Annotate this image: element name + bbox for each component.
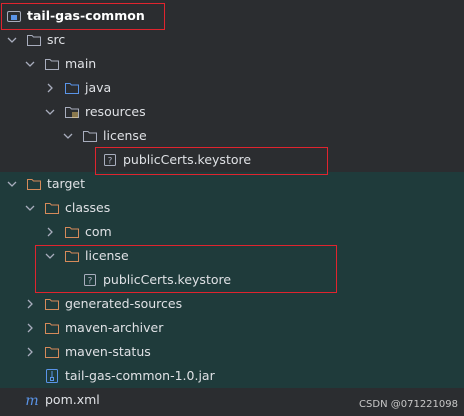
chevron-right-icon[interactable]: [42, 80, 58, 96]
source-folder-icon: [64, 80, 80, 96]
chevron-down-icon[interactable]: [22, 56, 38, 72]
watermark: CSDN @071221098: [359, 399, 458, 410]
license-label: license: [103, 128, 147, 143]
resources-folder-icon: [64, 104, 80, 120]
excluded-folder-icon: [44, 200, 60, 216]
folder-icon: [44, 56, 60, 72]
src-label: src: [47, 32, 66, 47]
keystore-target-label: publicCerts.keystore: [103, 272, 232, 287]
chevron-right-icon[interactable]: [22, 344, 38, 360]
tree-node-src[interactable]: src: [0, 28, 464, 52]
excluded-folder-icon: [26, 176, 42, 192]
tree-node-keystore-target[interactable]: ? publicCerts.keystore: [0, 268, 464, 292]
chevron-down-icon[interactable]: [22, 200, 38, 216]
svg-text:?: ?: [88, 277, 93, 287]
tree-node-generated-sources[interactable]: generated-sources: [0, 292, 464, 316]
chevron-right-icon[interactable]: [22, 296, 38, 312]
chevron-down-icon[interactable]: [4, 176, 20, 192]
classes-label: classes: [65, 200, 111, 215]
maven-archiver-label: maven-archiver: [65, 320, 164, 335]
chevron-right-icon[interactable]: [42, 224, 58, 240]
license-target-label: license: [85, 248, 129, 263]
maven-icon: m: [24, 392, 40, 408]
maven-status-label: maven-status: [65, 344, 151, 359]
tree-node-maven-archiver[interactable]: maven-archiver: [0, 316, 464, 340]
tree-node-license[interactable]: license: [0, 124, 464, 148]
tree-node-main[interactable]: main: [0, 52, 464, 76]
tree-node-resources[interactable]: resources: [0, 100, 464, 124]
excluded-folder-icon: [64, 248, 80, 264]
jar-label: tail-gas-common-1.0.jar: [65, 368, 215, 383]
folder-icon: [26, 32, 42, 48]
excluded-folder-icon: [44, 344, 60, 360]
chevron-right-icon[interactable]: [22, 320, 38, 336]
module-icon: [6, 8, 22, 24]
folder-icon: [82, 128, 98, 144]
com-label: com: [85, 224, 112, 239]
tree-node-java[interactable]: java: [0, 76, 464, 100]
tree-node-jar[interactable]: tail-gas-common-1.0.jar: [0, 364, 464, 388]
tree-node-com[interactable]: com: [0, 220, 464, 244]
generated-sources-label: generated-sources: [65, 296, 183, 311]
target-label: target: [47, 176, 86, 191]
tree-node-maven-status[interactable]: maven-status: [0, 340, 464, 364]
unknown-file-icon: ?: [102, 152, 118, 168]
chevron-down-icon[interactable]: [4, 32, 20, 48]
root-label: tail-gas-common: [27, 8, 145, 23]
tree-node-target[interactable]: target: [0, 172, 464, 196]
resources-label: resources: [85, 104, 146, 119]
keystore-label: publicCerts.keystore: [123, 152, 252, 167]
tree-node-license-target[interactable]: license: [0, 244, 464, 268]
chevron-down-icon[interactable]: [60, 128, 76, 144]
excluded-folder-icon: [44, 296, 60, 312]
archive-icon: [44, 368, 60, 384]
chevron-down-icon[interactable]: [42, 248, 58, 264]
tree-node-keystore[interactable]: ? publicCerts.keystore: [0, 148, 464, 172]
tree-node-classes[interactable]: classes: [0, 196, 464, 220]
java-label: java: [85, 80, 112, 95]
chevron-down-icon[interactable]: [42, 104, 58, 120]
excluded-folder-icon: [64, 224, 80, 240]
svg-text:m: m: [25, 393, 38, 408]
main-label: main: [65, 56, 97, 71]
unknown-file-icon: ?: [82, 272, 98, 288]
pom-label: pom.xml: [45, 392, 100, 407]
excluded-folder-icon: [44, 320, 60, 336]
svg-text:?: ?: [108, 157, 113, 167]
tree-node-root[interactable]: tail-gas-common: [0, 4, 464, 28]
